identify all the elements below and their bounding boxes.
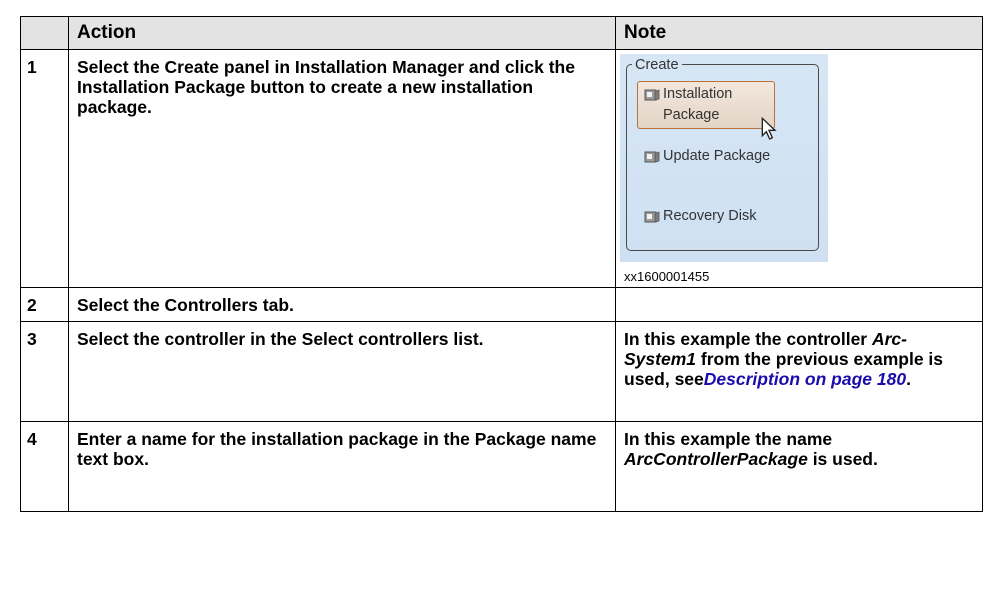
step-note: [615, 287, 983, 322]
step-number: 2: [20, 287, 69, 322]
step-note: In this example the controller Arc-Syste…: [615, 321, 983, 422]
action-text: Select the controller in the: [77, 329, 302, 349]
header-note: Note: [615, 16, 983, 50]
note-text: .: [906, 369, 911, 389]
table-row: 2 Select the Controllers tab.: [20, 287, 983, 322]
recovery-disk-button[interactable]: Recovery Disk: [663, 207, 756, 226]
step-number: 1: [20, 49, 69, 288]
note-italic-term: ArcControllerPackage: [624, 449, 808, 469]
action-bold-term: Installation Package: [77, 77, 246, 97]
action-bold-term: Create: [164, 57, 220, 77]
action-text: Select the: [77, 57, 165, 77]
step-action: Select the Controllers tab.: [68, 287, 616, 322]
create-panel-title: Create: [632, 55, 682, 75]
create-panel-screenshot: Create Installation Package Update Packa…: [620, 54, 828, 262]
table-header-row: Action Note: [20, 16, 983, 50]
action-text: panel in Installation Manager and click …: [219, 57, 575, 77]
step-number: 4: [20, 421, 69, 512]
package-icon: [644, 211, 660, 223]
package-icon: [644, 89, 660, 101]
image-caption: xx1600001455: [624, 269, 710, 284]
action-bold-term: Controllers: [164, 295, 258, 315]
action-text: list.: [448, 329, 484, 349]
step-action: Select the Create panel in Installation …: [68, 49, 616, 288]
table-row: 3 Select the controller in the Select co…: [20, 321, 983, 422]
step-action: Enter a name for the installation packag…: [68, 421, 616, 512]
mouse-cursor-icon: [761, 117, 777, 140]
action-text: Select the: [77, 295, 165, 315]
table-row: 1 Select the Create panel in Installatio…: [20, 49, 983, 288]
header-action: Action: [68, 16, 616, 50]
action-bold-term: Package name: [474, 429, 597, 449]
header-step-number: [20, 16, 69, 50]
description-page-link[interactable]: Description on page 180: [704, 369, 906, 389]
step-note: In this example the name ArcControllerPa…: [615, 421, 983, 512]
note-text: In this example the name: [624, 429, 833, 449]
update-package-button[interactable]: Update Package: [663, 147, 770, 166]
table-row: 4 Enter a name for the installation pack…: [20, 421, 983, 512]
step-number: 3: [20, 321, 69, 422]
package-icon: [644, 151, 660, 163]
installation-package-label-line2: Package: [663, 107, 720, 123]
step-note: Create Installation Package Update Packa…: [615, 49, 983, 288]
action-text: tab.: [257, 295, 294, 315]
steps-table: Action Note 1 Select the Create panel in…: [20, 16, 983, 512]
note-text: In this example the controller: [624, 329, 872, 349]
note-text: is used.: [807, 449, 878, 469]
step-action: Select the controller in the Select cont…: [68, 321, 616, 422]
installation-package-label-line1: Installation: [663, 86, 733, 102]
action-text: text box.: [77, 449, 149, 469]
action-text: Enter a name for the installation packag…: [77, 429, 475, 449]
action-bold-term: Select controllers: [301, 329, 449, 349]
